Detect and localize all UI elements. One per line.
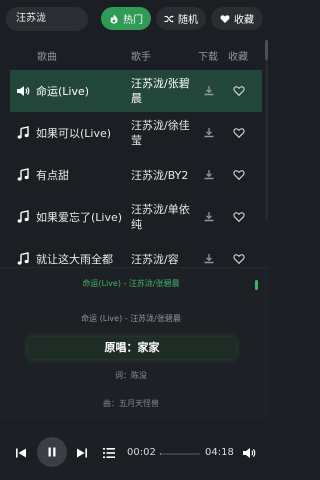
music-note-icon: [17, 252, 29, 265]
favorites-button-label: 收藏: [234, 15, 254, 26]
previous-track-icon[interactable]: [15, 447, 27, 459]
song-row[interactable]: 如果可以(Live) 汪苏泷/徐佳莹: [10, 112, 262, 154]
heart-outline-icon[interactable]: [233, 253, 245, 265]
progress-bar[interactable]: [160, 453, 200, 455]
heart-outline-icon[interactable]: [233, 127, 245, 139]
hot-button-label: 热门: [123, 15, 143, 26]
volume-icon[interactable]: [242, 446, 256, 460]
song-row-playing[interactable]: 命运(Live) 汪苏泷/张碧晨: [10, 70, 262, 112]
download-icon[interactable]: [203, 127, 215, 139]
song-artist: 汪苏泷/单依纯: [131, 203, 190, 231]
heart-outline-icon[interactable]: [233, 85, 245, 97]
song-row[interactable]: 如果爱忘了(Live) 汪苏泷/单依纯: [10, 196, 262, 238]
header-favorite: 收藏: [228, 52, 248, 63]
shuffle-icon: [164, 14, 174, 23]
song-list-scrollbar-track[interactable]: [265, 40, 268, 220]
song-artist: 汪苏泷/BY2: [131, 168, 189, 182]
shuffle-button-label: 随机: [178, 15, 198, 26]
lyrics-line: 曲：五月天怪兽: [103, 399, 159, 408]
header-artist: 歌手: [131, 52, 151, 63]
lyrics-line: 命运 (Live) - 汪苏泷/张碧晨: [81, 314, 181, 323]
song-row[interactable]: 就让这大雨全都 汪苏泷/容: [10, 238, 262, 265]
current-time: 00:02: [127, 447, 156, 458]
song-title: 如果爱忘了(Live): [36, 210, 123, 224]
lyrics-line: 词：陈没: [115, 371, 147, 380]
song-artist: 汪苏泷/徐佳莹: [131, 119, 190, 147]
download-icon[interactable]: [203, 253, 215, 265]
total-time: 04:18: [205, 447, 234, 458]
music-note-icon: [17, 126, 29, 139]
player-bar: 00:02 04:18: [0, 425, 270, 480]
header-song: 歌曲: [37, 52, 57, 63]
hot-button[interactable]: 热门: [101, 7, 151, 30]
heart-icon: [220, 14, 230, 23]
header-download: 下载: [198, 52, 218, 63]
lyrics-panel: 命运(Live) - 汪苏泷/张碧晨 命运 (Live) - 汪苏泷/张碧晨 原…: [0, 267, 270, 421]
fire-icon: [110, 14, 118, 23]
heart-outline-icon[interactable]: [233, 211, 245, 223]
favorites-button[interactable]: 收藏: [211, 7, 263, 30]
top-bar: 汪苏泷 热门 随机 收藏: [0, 0, 270, 36]
song-title: 就让这大雨全都: [36, 252, 113, 266]
lyrics-now-playing: 命运(Live) - 汪苏泷/张碧晨: [82, 279, 180, 288]
song-list: 歌曲 歌手 下载 收藏 命运(Live) 汪苏泷/张碧晨 如果可以(Live) …: [0, 40, 270, 265]
song-list-header: 歌曲 歌手 下载 收藏: [0, 40, 270, 68]
lyrics-scrollbar-thumb[interactable]: [255, 280, 258, 290]
song-list-scrollbar-thumb[interactable]: [265, 40, 268, 60]
shuffle-button[interactable]: 随机: [156, 7, 206, 30]
next-track-icon[interactable]: [76, 447, 88, 459]
music-note-icon: [17, 168, 29, 181]
song-artist: 汪苏泷/张碧晨: [131, 77, 190, 105]
pause-icon: [48, 447, 56, 457]
song-title: 如果可以(Live): [36, 126, 112, 140]
download-icon[interactable]: [203, 211, 215, 223]
download-icon[interactable]: [203, 169, 215, 181]
heart-outline-icon[interactable]: [233, 169, 245, 181]
song-title: 命运(Live): [36, 84, 90, 98]
music-note-icon: [17, 210, 29, 223]
progress-bar-fill: [160, 453, 161, 455]
download-icon[interactable]: [203, 85, 215, 97]
song-title: 有点甜: [36, 168, 69, 182]
lyrics-current-line: 原唱：家家: [28, 337, 236, 359]
search-input[interactable]: 汪苏泷: [6, 7, 88, 31]
song-artist: 汪苏泷/容: [131, 252, 179, 266]
play-pause-button[interactable]: [37, 437, 67, 467]
speaker-icon: [17, 86, 30, 96]
song-row[interactable]: 有点甜 汪苏泷/BY2: [10, 154, 262, 196]
playlist-icon[interactable]: [102, 446, 116, 460]
